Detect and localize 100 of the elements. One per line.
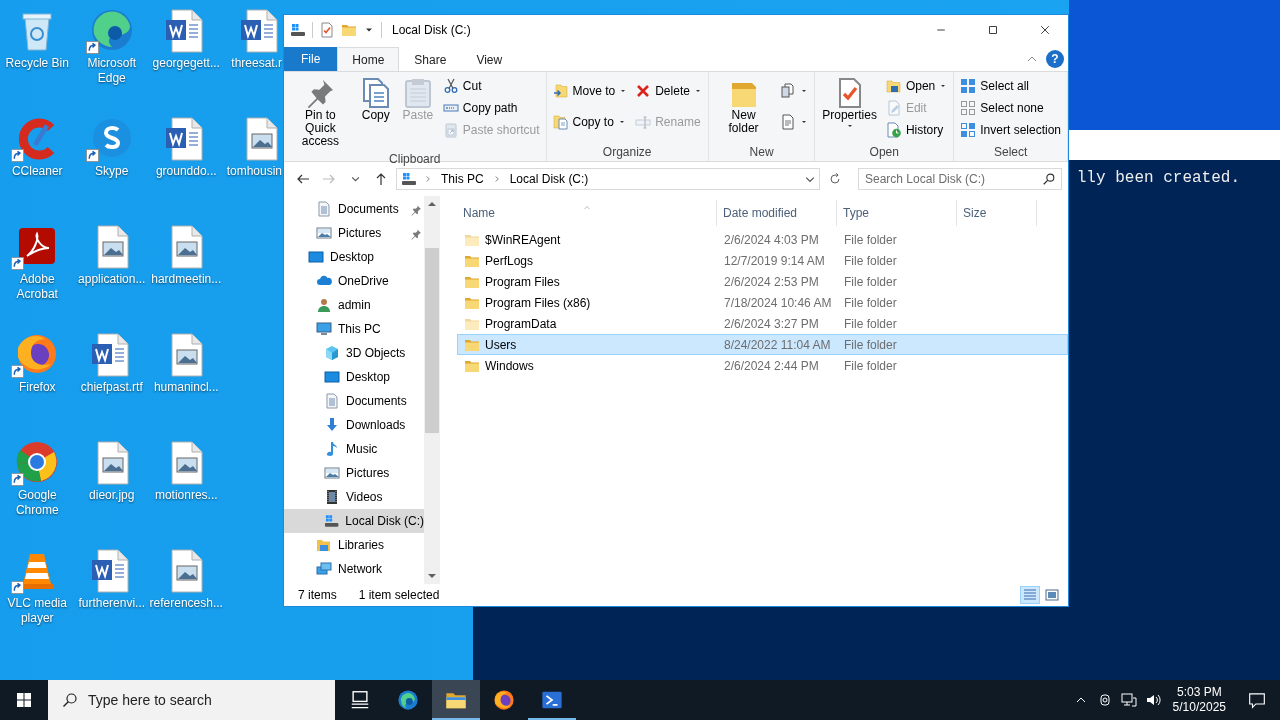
desktop-icon (308, 249, 324, 265)
cube-icon (324, 345, 340, 361)
history-clock-icon (885, 122, 902, 138)
column-header[interactable]: Size (957, 200, 1037, 226)
help-button[interactable]: ? (1046, 50, 1064, 68)
document-icon (316, 201, 332, 217)
date-cell-text: 2/6/2024 2:53 PM (723, 273, 820, 291)
nav-item[interactable]: OneDrive (284, 269, 424, 293)
date-cell-text: 7/18/2024 10:46 AM (723, 294, 833, 312)
file-name: ProgramData (485, 315, 557, 333)
file-name: $WinREAgent (485, 231, 561, 249)
nav-item[interactable]: Pictures (284, 461, 424, 485)
large-icons-view-icon (1044, 587, 1060, 603)
nav-item[interactable]: Network (284, 557, 424, 581)
rename-icon (635, 113, 652, 130)
speaker-icon[interactable] (1144, 692, 1161, 708)
column-header[interactable]: Type (837, 200, 957, 226)
taskbar-search-field[interactable]: Type here to search (48, 680, 335, 720)
ribbon-button[interactable]: Delete (632, 79, 705, 102)
chevron-down-icon[interactable] (805, 175, 815, 183)
nav-item[interactable]: Music (284, 437, 424, 461)
network-icon[interactable] (1120, 692, 1137, 708)
nav-item[interactable]: Documents (284, 389, 424, 413)
nav-item[interactable]: Desktop (284, 245, 424, 269)
view-button[interactable] (1042, 586, 1062, 604)
nav-item[interactable]: Pictures (284, 221, 424, 245)
properties-icon[interactable] (319, 22, 335, 38)
nav-item[interactable]: Downloads (284, 413, 424, 437)
ribbon-button[interactable]: Select all (957, 75, 1064, 97)
column-header[interactable]: Date modified (717, 200, 837, 226)
address-bar[interactable]: This PC Local Disk (C:) (396, 168, 820, 190)
taskbar-button[interactable] (432, 680, 480, 720)
ribbon-button[interactable]: New folder (711, 75, 776, 137)
clock-time: 5:03 PM (1175, 685, 1223, 700)
refresh-icon (828, 172, 842, 186)
scrollbar[interactable] (424, 196, 440, 584)
ribbon-button[interactable]: Move to (549, 79, 631, 102)
music-note-icon (324, 441, 340, 457)
nav-item[interactable]: Desktop (284, 365, 424, 389)
file-row[interactable]: Program Files 2/6/2024 2:53 PM File folder (457, 271, 1068, 292)
selection-count: 1 item selected (358, 587, 440, 604)
move-to-folder-icon (552, 82, 569, 99)
nav-item[interactable]: This PC (284, 317, 424, 341)
nav-item[interactable]: Libraries (284, 533, 424, 557)
select-none-icon (960, 100, 977, 116)
ribbon-button[interactable]: Copy path (439, 97, 543, 119)
window-title: Local Disk (C:) (392, 22, 471, 39)
ribbon-group-label: Open (868, 144, 900, 161)
date-cell-text: 2/6/2024 3:27 PM (723, 315, 820, 333)
ribbon-tab[interactable]: Share (399, 47, 462, 71)
breadcrumb[interactable]: Local Disk (C:) (507, 170, 591, 188)
column-header[interactable]: Name (457, 200, 717, 226)
file-row[interactable]: ProgramData 2/6/2024 3:27 PM File folder (457, 313, 1068, 334)
type-cell-text: File folder (843, 336, 898, 354)
pin-icon (410, 203, 422, 216)
file-row[interactable]: PerfLogs 12/7/2019 9:14 AM File folder (457, 250, 1068, 271)
easy-access-icon (780, 113, 797, 130)
nav-item[interactable]: admin (284, 293, 424, 317)
clock[interactable]: 5:03 PM 5/10/2025 (1164, 685, 1234, 715)
task-view-icon (349, 689, 371, 711)
maximize-icon (987, 24, 999, 36)
ribbon-button[interactable]: Invert selection (957, 119, 1064, 141)
ribbon-button[interactable]: Properties (818, 75, 881, 132)
nav-item[interactable]: Videos (284, 485, 424, 509)
open-folder-icon (885, 78, 902, 94)
breadcrumb[interactable]: This PC (439, 170, 486, 188)
terminal-icon (541, 689, 563, 711)
ribbon-group-label: Select (992, 144, 1029, 161)
ribbon-button[interactable]: Cut (439, 75, 543, 97)
search-field[interactable]: Search Local Disk (C:) (858, 168, 1062, 190)
type-cell-text: File folder (843, 357, 898, 375)
copy-to-folder-icon (552, 113, 569, 130)
ribbon-button[interactable]: Open (882, 75, 951, 97)
ribbon-button[interactable]: Copy (355, 75, 396, 124)
drive-icon (401, 171, 417, 187)
file-row[interactable]: Users 8/24/2022 11:04 AM File folder (457, 334, 1068, 355)
file-row[interactable]: Windows 2/6/2024 2:44 PM File folder (457, 355, 1068, 376)
nav-item[interactable]: 3D Objects (284, 341, 424, 365)
file-tab[interactable]: File (284, 47, 338, 71)
type-cell-text: File folder (843, 231, 898, 249)
fox-globe-icon (493, 689, 515, 711)
delete-x-icon (635, 82, 652, 99)
picture-icon (324, 465, 340, 481)
close-icon (1039, 24, 1051, 36)
nav-item[interactable]: Documents (284, 197, 424, 221)
ribbon-button[interactable]: Select none (957, 97, 1064, 119)
ribbon-button[interactable]: Copy to (549, 110, 631, 133)
file-row[interactable]: $WinREAgent 2/6/2024 4:03 PM File folder (457, 229, 1068, 250)
document-icon (324, 393, 340, 409)
ribbon-tab[interactable]: View (461, 47, 518, 71)
file-row[interactable]: Program Files (x86) 7/18/2024 10:46 AM File folder (457, 292, 1068, 313)
speech-bubble-icon (1248, 691, 1266, 709)
ribbon-button[interactable]: Pin to Quick access (287, 75, 354, 150)
nav-item[interactable]: Local Disk (C:) (284, 509, 424, 533)
date-cell-text: 2/6/2024 2:44 PM (723, 357, 820, 375)
scroll-thumb[interactable] (425, 248, 439, 433)
shortcut-arrow-icon (85, 41, 99, 55)
ribbon-tab[interactable]: Home (337, 47, 400, 72)
wave-globe-icon (397, 689, 419, 711)
ribbon-button[interactable]: History (882, 119, 951, 141)
